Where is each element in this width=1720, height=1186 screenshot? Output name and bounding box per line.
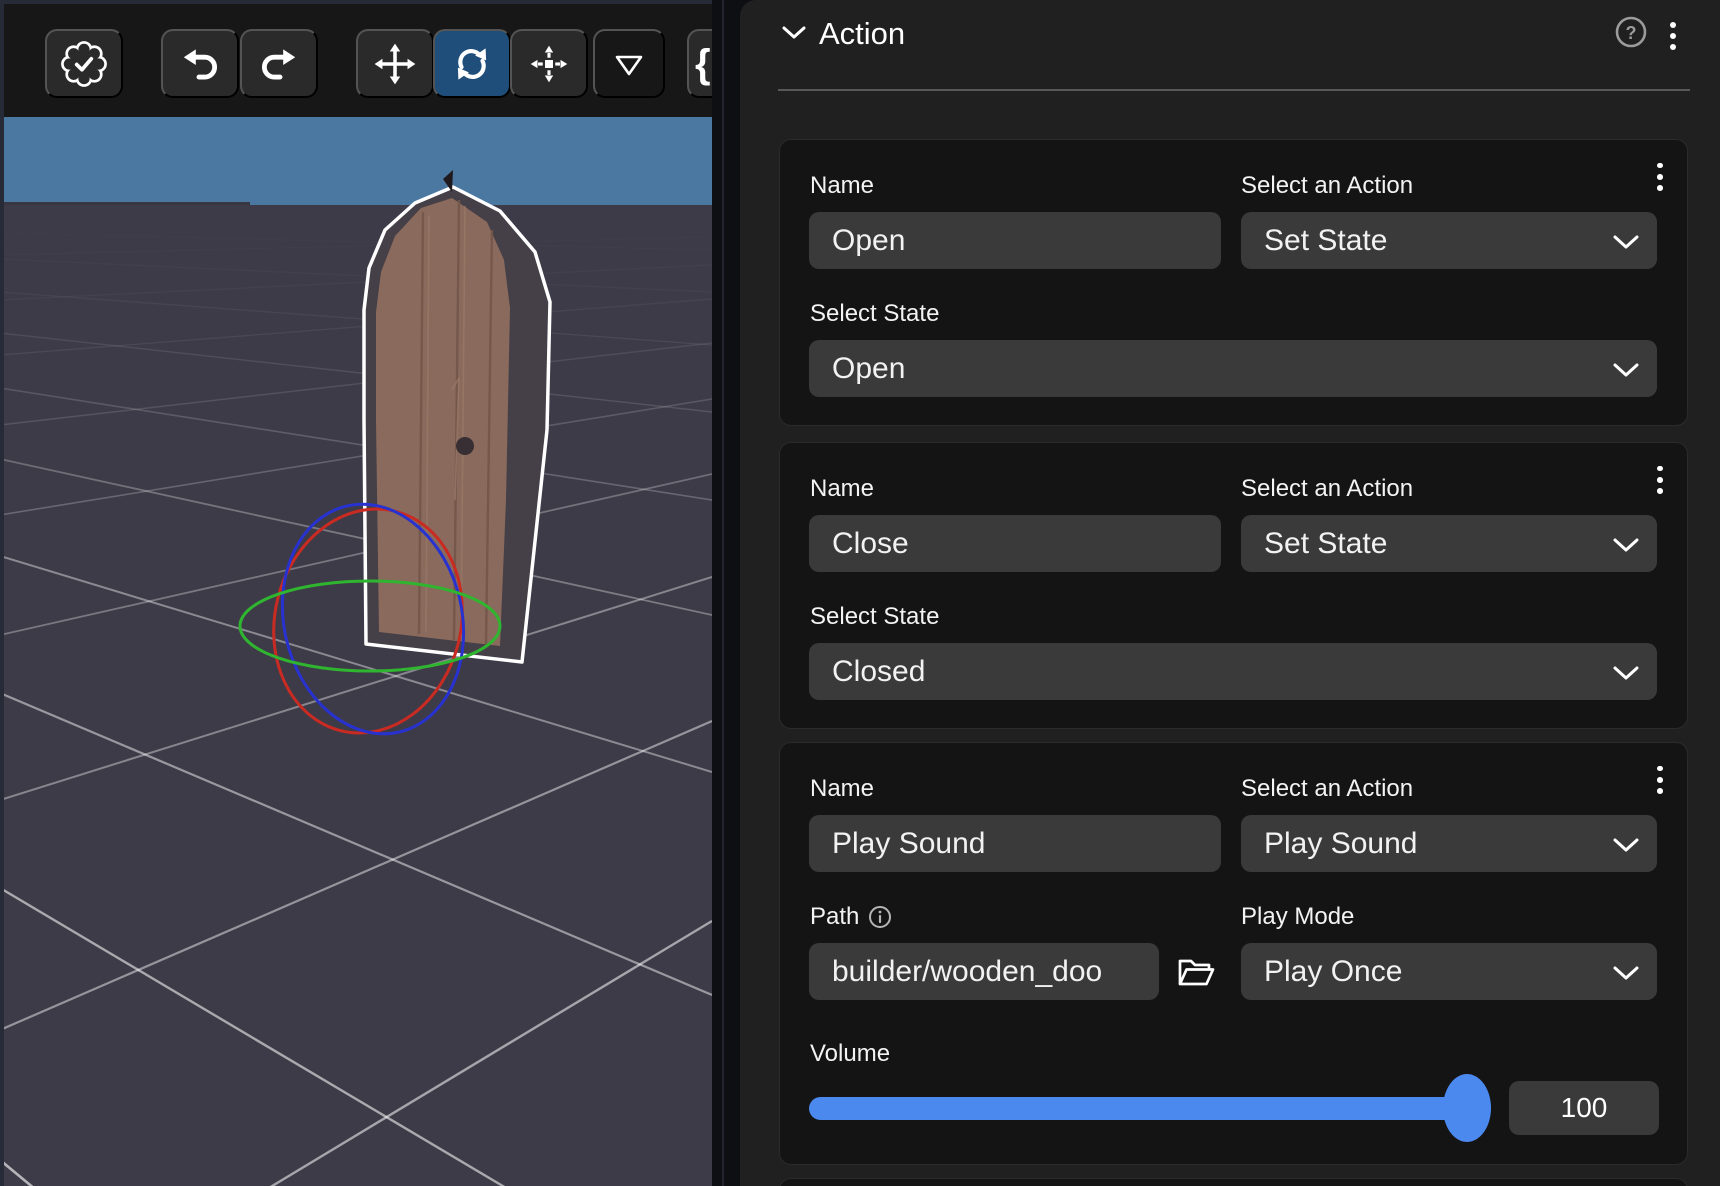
action-card-partial (779, 1178, 1688, 1186)
play-mode-select[interactable]: Play Once (1241, 943, 1657, 1000)
rotate-tool-button[interactable] (433, 29, 511, 98)
action-panel: Action ? Name Select an Action Set State (740, 0, 1720, 1186)
move-tool-button[interactable] (356, 29, 434, 98)
viewport-frame-left (0, 0, 4, 1186)
tool-options-dropdown[interactable] (593, 29, 665, 98)
action-card-play-sound: Name Select an Action Play Sound Path Pl… (779, 742, 1688, 1165)
card-menu-button[interactable] (1657, 160, 1663, 194)
svg-text:?: ? (1626, 23, 1637, 43)
3d-viewport[interactable]: { (0, 0, 712, 1186)
chevron-down-icon (1612, 234, 1640, 250)
editor-window: { Action ? (0, 0, 1720, 1186)
action-label: Select an Action (1241, 775, 1413, 803)
action-type-select[interactable]: Set State (1241, 212, 1657, 269)
chevron-down-icon (1612, 537, 1640, 553)
volume-slider-thumb[interactable] (1443, 1074, 1491, 1142)
action-card-close: Name Select an Action Set State Select S… (779, 442, 1688, 729)
action-label: Select an Action (1241, 475, 1413, 503)
panel-gap-divider (722, 0, 724, 1186)
code-braces-button[interactable]: { (687, 29, 712, 98)
redo-icon (256, 41, 302, 87)
undo-button[interactable] (161, 29, 239, 98)
volume-value-field[interactable]: 100 (1509, 1081, 1659, 1135)
state-label: Select State (810, 603, 939, 631)
chevron-down-icon (1612, 665, 1640, 681)
move-tool-icon (372, 41, 418, 87)
action-type-select[interactable]: Set State (1241, 515, 1657, 572)
action-name-input[interactable] (809, 815, 1221, 872)
action-card-open: Name Select an Action Set State Select S… (779, 139, 1688, 426)
sound-path-input[interactable] (809, 943, 1159, 1000)
viewport-frame-top (0, 0, 712, 4)
volume-slider-track[interactable] (809, 1097, 1491, 1120)
action-type-select[interactable]: Play Sound (1241, 815, 1657, 872)
header-divider (778, 89, 1690, 91)
action-label: Select an Action (1241, 172, 1413, 200)
state-select[interactable]: Closed (809, 643, 1657, 700)
rotate-tool-icon (449, 41, 495, 87)
dropdown-triangle-icon (609, 49, 649, 79)
play-mode-label: Play Mode (1241, 903, 1354, 931)
scale-tool-icon (526, 41, 572, 87)
state-label: Select State (810, 300, 939, 328)
kebab-icon (1657, 766, 1663, 772)
verified-badge-icon (59, 39, 109, 89)
card-menu-button[interactable] (1657, 763, 1663, 797)
chevron-down-icon (1612, 362, 1640, 378)
browse-file-button[interactable] (1172, 949, 1218, 995)
action-name-input[interactable] (809, 212, 1221, 269)
code-braces-icon: { (695, 44, 711, 84)
kebab-icon (1657, 466, 1663, 472)
distance-fog (0, 205, 712, 540)
help-circle-icon: ? (1614, 15, 1648, 49)
chevron-down-icon (1612, 837, 1640, 853)
undo-icon (177, 41, 223, 87)
verified-badge-button[interactable] (45, 29, 123, 98)
action-name-input[interactable] (809, 515, 1221, 572)
chevron-down-icon (1612, 965, 1640, 981)
panel-title: Action (819, 15, 905, 53)
doorknob (456, 437, 474, 455)
viewport-toolbar: { (4, 4, 712, 117)
scale-tool-button[interactable] (510, 29, 588, 98)
kebab-icon (1657, 163, 1663, 169)
info-icon[interactable] (868, 905, 892, 929)
state-select[interactable]: Open (809, 340, 1657, 397)
3d-scene[interactable] (0, 0, 712, 1186)
folder-open-icon (1174, 953, 1216, 991)
panel-menu-button[interactable] (1670, 19, 1676, 53)
card-menu-button[interactable] (1657, 463, 1663, 497)
chevron-down-icon (782, 26, 806, 40)
redo-button[interactable] (240, 29, 318, 98)
kebab-icon (1670, 22, 1676, 28)
name-label: Name (810, 172, 874, 200)
name-label: Name (810, 475, 874, 503)
volume-label: Volume (810, 1040, 890, 1068)
panel-gap (712, 0, 740, 1186)
path-label: Path (810, 903, 892, 931)
name-label: Name (810, 775, 874, 803)
collapse-panel-button[interactable] (782, 26, 806, 45)
help-button[interactable]: ? (1614, 15, 1648, 49)
